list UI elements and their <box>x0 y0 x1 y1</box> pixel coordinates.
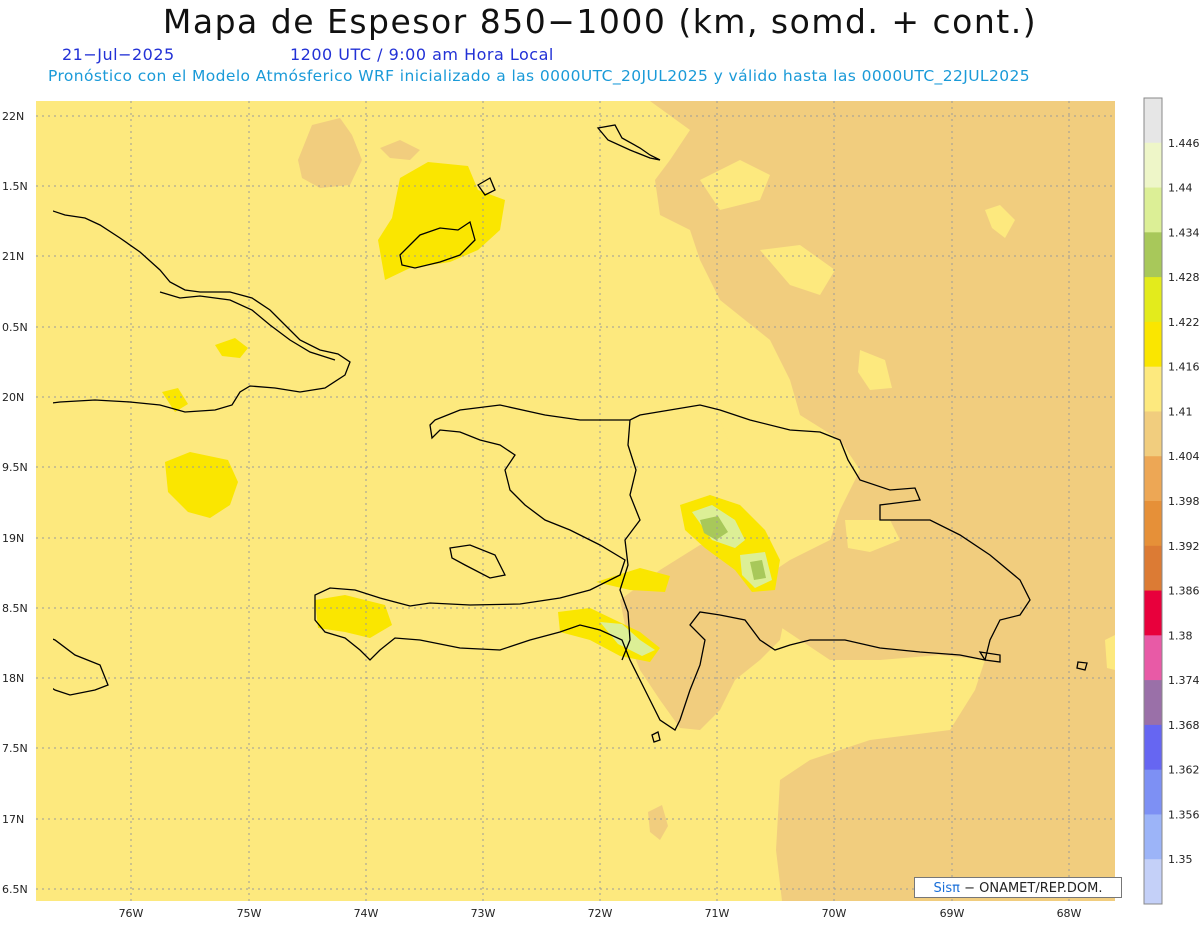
sispi-logo: Sisπ <box>933 881 960 896</box>
colorbar-swatch <box>1144 501 1162 547</box>
colorbar-swatch <box>1144 859 1162 905</box>
lon-tick: 72W <box>588 907 613 920</box>
colorbar-swatch <box>1144 545 1162 592</box>
colorbar-label: 1.368 <box>1168 719 1200 732</box>
credit-text: − ONAMET/REP.DOM. <box>959 881 1103 896</box>
lat-tick: 22N <box>2 110 24 123</box>
colorbar-label: 1.38 <box>1168 629 1193 642</box>
colorbar-swatch <box>1144 277 1162 323</box>
colorbar-label: 1.362 <box>1168 764 1200 777</box>
lat-tick: 18N <box>2 672 24 685</box>
colorbar-label: 1.44 <box>1168 182 1193 195</box>
lon-tick: 74W <box>354 907 379 920</box>
colorbar-label: 1.428 <box>1168 271 1200 284</box>
colorbar-swatch <box>1144 635 1162 681</box>
lon-tick: 71W <box>705 907 730 920</box>
colorbar-label: 1.416 <box>1168 361 1200 374</box>
lat-tick: 21N <box>2 250 24 263</box>
lon-tick: 70W <box>822 907 847 920</box>
lat-tick: 20N <box>2 391 24 404</box>
lat-tick: 17N <box>2 813 24 826</box>
lat-tick: 1.5N <box>2 180 28 193</box>
lon-tick: 73W <box>471 907 496 920</box>
colorbar-swatch <box>1144 680 1162 726</box>
thickness-map: 22N 1.5N 21N 0.5N 20N 9.5N 19N 8.5N 18N … <box>2 97 1200 920</box>
colorbar-swatch <box>1144 232 1162 278</box>
lat-tick: 0.5N <box>2 321 28 334</box>
colorbar-swatch <box>1144 456 1162 502</box>
colorbar-swatch <box>1144 590 1162 636</box>
colorbar-label: 1.374 <box>1168 674 1200 687</box>
lon-tick: 75W <box>237 907 262 920</box>
colorbar-label: 1.35 <box>1168 853 1193 866</box>
lat-tick: 19N <box>2 532 24 545</box>
colorbar-swatch <box>1144 187 1162 233</box>
lat-tick: 7.5N <box>2 742 28 755</box>
colorbar-label: 1.422 <box>1168 316 1200 329</box>
colorbar-label: 1.392 <box>1168 540 1200 553</box>
colorbar-swatch <box>1144 411 1162 457</box>
lat-tick: 8.5N <box>2 602 28 615</box>
lon-tick: 76W <box>119 907 144 920</box>
lon-tick: 68W <box>1057 907 1082 920</box>
lat-tick: 9.5N <box>2 461 28 474</box>
colorbar-swatch <box>1144 724 1162 771</box>
colorbar-label: 1.398 <box>1168 495 1200 508</box>
colorbar-label: 1.434 <box>1168 226 1200 239</box>
colorbar-label: 1.404 <box>1168 450 1200 463</box>
colorbar-label: 1.41 <box>1168 405 1193 418</box>
colorbar-swatch <box>1144 142 1162 189</box>
lat-tick: 6.5N <box>2 883 28 896</box>
colorbar-swatch <box>1144 814 1162 860</box>
colorbar-label: 1.356 <box>1168 808 1200 821</box>
lon-tick: 69W <box>940 907 965 920</box>
colorbar-label: 1.446 <box>1168 137 1200 150</box>
colorbar-swatch <box>1144 321 1162 368</box>
colorbar: 1.446 1.44 1.434 1.428 1.422 1.416 1.41 1.404 1.… <box>1143 97 1200 905</box>
colorbar-swatch <box>1144 769 1162 815</box>
credit-label: Sisπ − ONAMET/REP.DOM. <box>914 877 1122 898</box>
latitude-axis: 22N 1.5N 21N 0.5N 20N 9.5N 19N 8.5N 18N … <box>2 110 28 896</box>
longitude-axis: 76W 75W 74W 73W 72W 71W 70W 69W 68W <box>119 907 1082 920</box>
colorbar-label: 1.386 <box>1168 585 1200 598</box>
colorbar-swatch <box>1144 98 1162 144</box>
colorbar-swatch <box>1144 366 1162 412</box>
